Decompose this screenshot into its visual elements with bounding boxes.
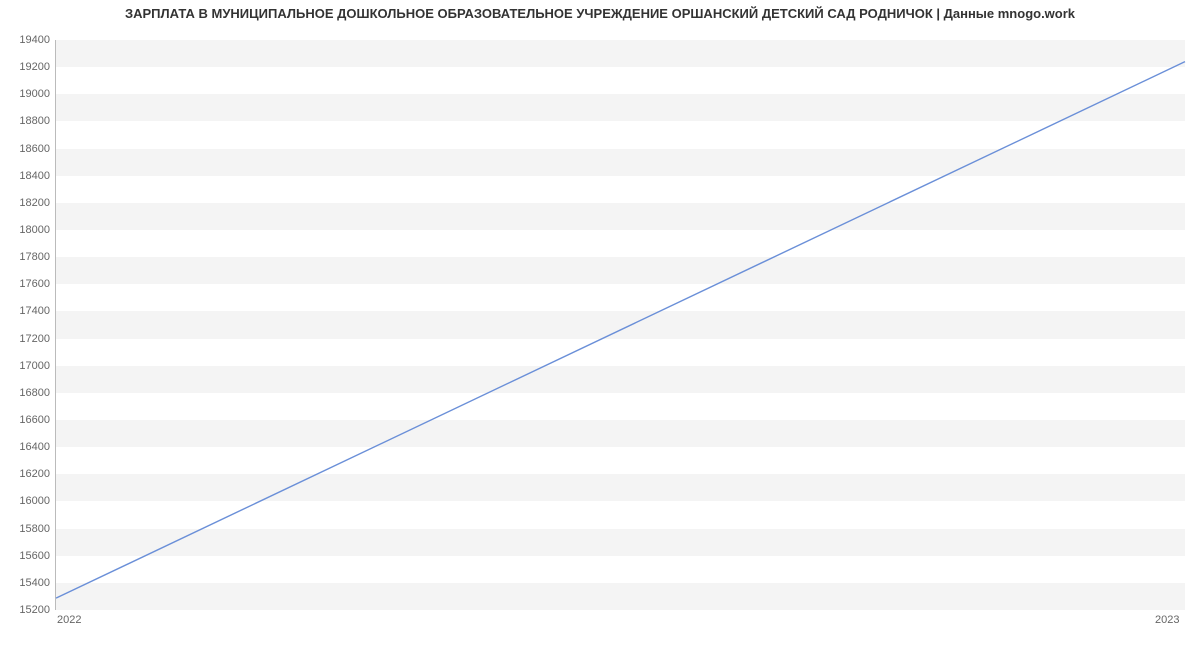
y-tick-label: 18800 [5,115,50,127]
plot-area [55,40,1185,610]
y-tick-label: 19200 [5,61,50,73]
y-tick-label: 18600 [5,143,50,155]
y-tick-label: 17400 [5,305,50,317]
y-tick-label: 17800 [5,251,50,263]
y-tick-label: 17200 [5,333,50,345]
y-tick-label: 19000 [5,88,50,100]
y-tick-label: 16000 [5,495,50,507]
y-tick-label: 15800 [5,523,50,535]
y-tick-label: 18200 [5,197,50,209]
y-tick-label: 18000 [5,224,50,236]
chart-title: ЗАРПЛАТА В МУНИЦИПАЛЬНОЕ ДОШКОЛЬНОЕ ОБРА… [0,6,1200,21]
y-tick-label: 17000 [5,360,50,372]
y-tick-label: 18400 [5,170,50,182]
y-tick-label: 17600 [5,278,50,290]
y-tick-label: 16400 [5,441,50,453]
x-tick-label: 2023 [1155,614,1179,626]
y-tick-label: 15600 [5,550,50,562]
y-tick-label: 15200 [5,604,50,616]
line-series [56,40,1185,609]
x-tick-label: 2022 [57,614,81,626]
series-line [56,62,1185,598]
y-tick-label: 19400 [5,34,50,46]
y-tick-label: 15400 [5,577,50,589]
y-tick-label: 16800 [5,387,50,399]
y-tick-label: 16600 [5,414,50,426]
y-tick-label: 16200 [5,468,50,480]
salary-chart: ЗАРПЛАТА В МУНИЦИПАЛЬНОЕ ДОШКОЛЬНОЕ ОБРА… [0,0,1200,650]
